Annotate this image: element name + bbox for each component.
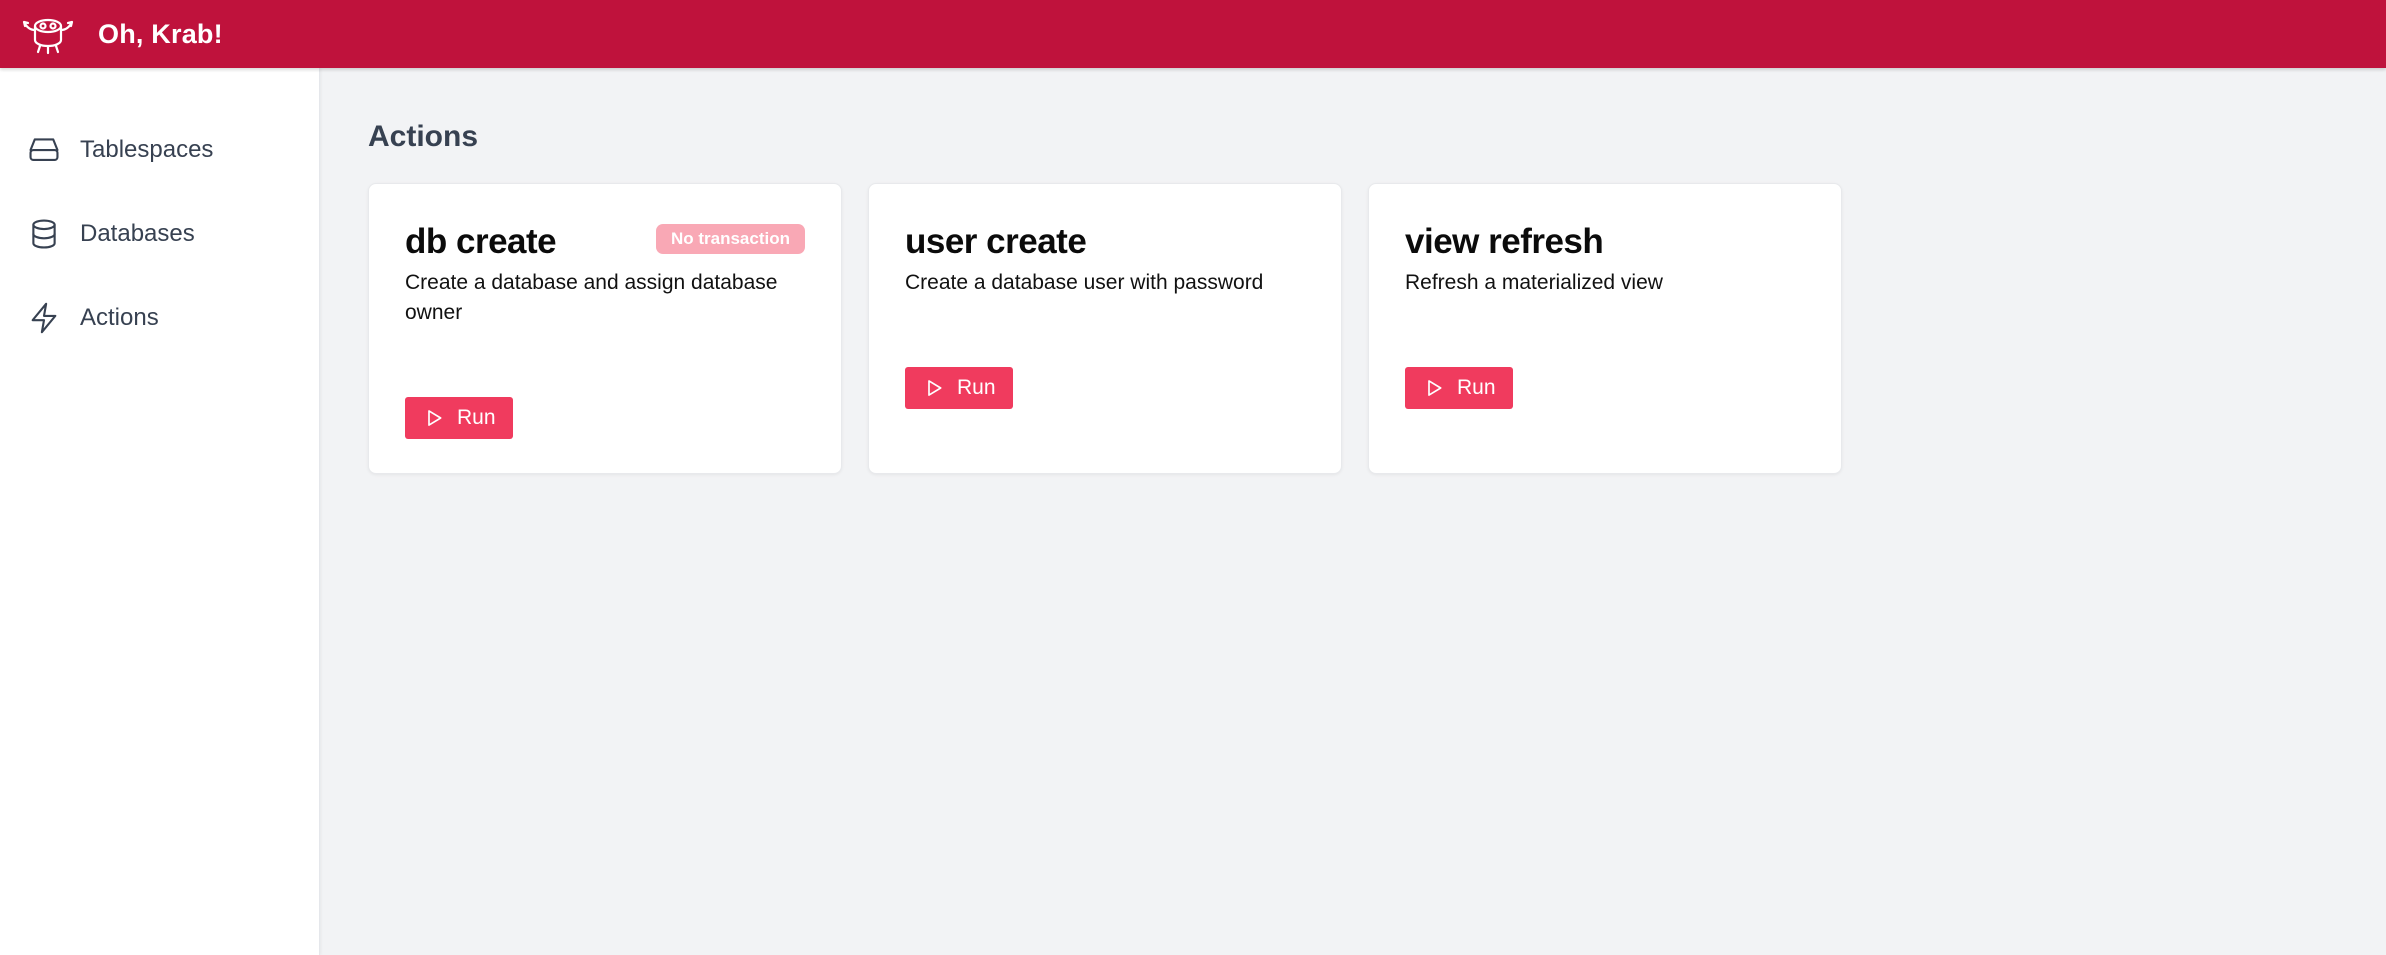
play-icon	[423, 407, 445, 429]
action-cards: db create No transaction Create a databa…	[368, 183, 1842, 474]
sidebar-item-label: Databases	[80, 220, 195, 247]
database-icon	[26, 216, 62, 252]
main-content: Actions db create No transaction Create …	[320, 68, 2386, 955]
action-card-view-refresh: view refresh Refresh a materialized view…	[1368, 183, 1842, 474]
run-button-label: Run	[457, 406, 496, 429]
card-description: Refresh a materialized view	[1405, 271, 1663, 294]
card-title: user create	[905, 222, 1087, 261]
sidebar-item-label: Actions	[80, 304, 159, 331]
top-bar: Oh, Krab!	[0, 0, 2386, 68]
krab-logo-icon[interactable]	[20, 12, 76, 56]
sidebar-item-label: Tablespaces	[80, 136, 214, 163]
play-icon	[923, 377, 945, 399]
lightning-icon	[26, 300, 62, 336]
run-button[interactable]: Run	[1405, 367, 1513, 409]
run-button-label: Run	[957, 376, 996, 399]
sidebar-item-tablespaces[interactable]: Tablespaces	[0, 128, 319, 172]
run-button-label: Run	[1457, 376, 1496, 399]
sidebar-item-databases[interactable]: Databases	[0, 212, 319, 256]
no-transaction-badge: No transaction	[655, 224, 805, 254]
card-title: view refresh	[1405, 222, 1604, 261]
run-button[interactable]: Run	[905, 367, 1013, 409]
action-card-db-create: db create No transaction Create a databa…	[368, 183, 842, 474]
drive-icon	[26, 132, 62, 168]
sidebar: Tablespaces Databases Actions	[0, 68, 320, 955]
card-description: Create a database user with password	[905, 271, 1264, 294]
run-button[interactable]: Run	[405, 397, 513, 439]
app-title[interactable]: Oh, Krab!	[98, 19, 223, 50]
card-description: Create a database and assign database ow…	[405, 271, 778, 324]
play-icon	[1423, 377, 1445, 399]
page-title: Actions	[368, 120, 479, 153]
card-title: db create	[405, 222, 557, 261]
action-card-user-create: user create Create a database user with …	[868, 183, 1342, 474]
sidebar-item-actions[interactable]: Actions	[0, 296, 319, 340]
